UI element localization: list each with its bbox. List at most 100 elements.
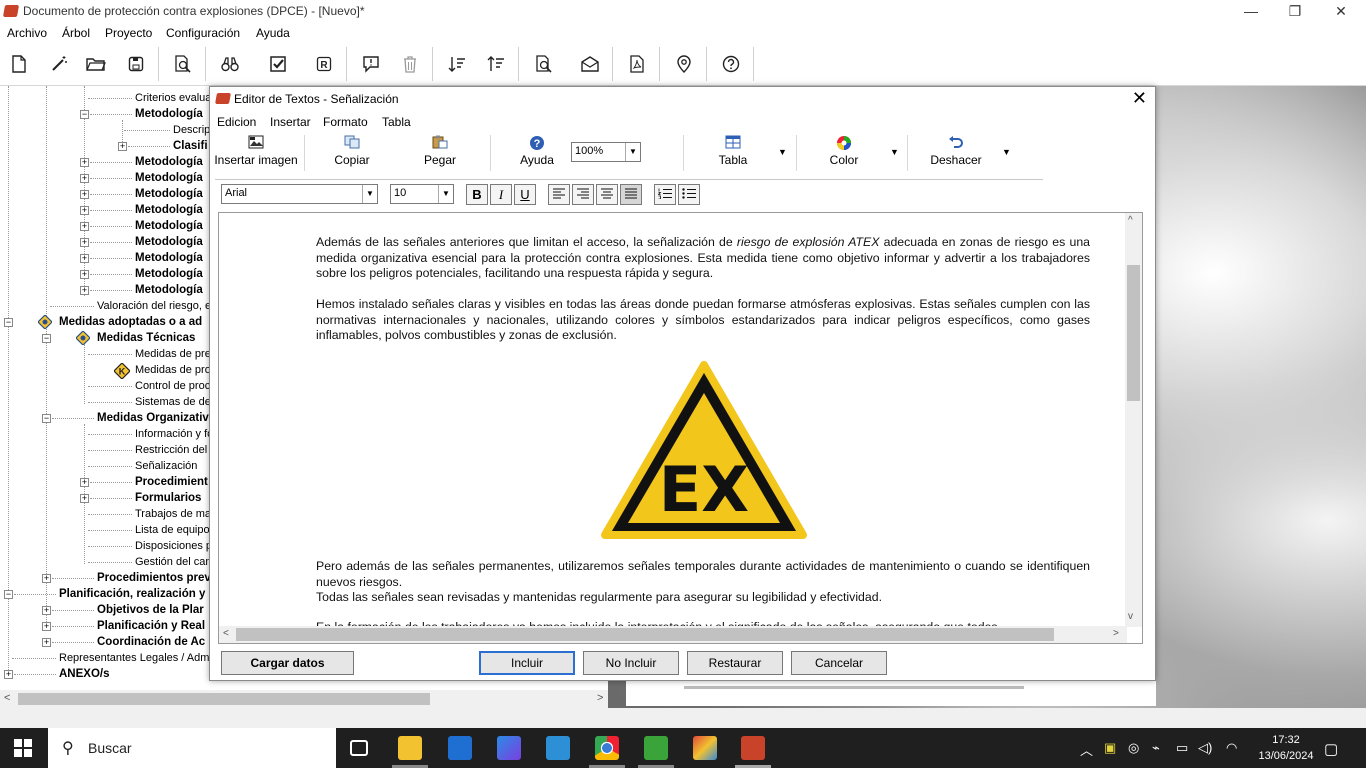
pdf-icon[interactable] — [622, 49, 652, 79]
tree-item[interactable]: Planificación, realización y — [59, 586, 205, 602]
location-icon[interactable] — [669, 49, 699, 79]
tree-collapse-toggle[interactable]: − — [42, 414, 51, 423]
table-button[interactable]: Tabla — [698, 135, 768, 173]
tree-item[interactable]: Metodología — [135, 218, 203, 234]
tree-item[interactable]: Coordinación de Ac — [97, 634, 205, 650]
bullet-list-button[interactable] — [678, 184, 700, 205]
tree-expand-toggle[interactable]: + — [80, 158, 89, 167]
menu-formato[interactable]: Formato — [323, 115, 368, 129]
menu-insertar[interactable]: Insertar — [270, 115, 311, 129]
chevron-down-icon[interactable]: ▼ — [625, 143, 640, 161]
help-button[interactable]: ? Ayuda — [504, 135, 570, 173]
mail-icon[interactable] — [448, 736, 472, 760]
tree-expand-toggle[interactable]: + — [80, 270, 89, 279]
tree-item[interactable]: Medidas de pro — [135, 362, 211, 378]
tree-expand-toggle[interactable]: + — [80, 190, 89, 199]
tree-item[interactable]: Control de proc — [135, 378, 210, 394]
paste-button[interactable]: Pegar — [404, 135, 476, 173]
tree-item[interactable]: Metodología — [135, 154, 203, 170]
menu-archivo[interactable]: Archivo — [7, 26, 47, 40]
copy-button[interactable]: Copiar — [316, 135, 388, 173]
tree-item[interactable]: Objetivos de la Plar — [97, 602, 204, 618]
tree-item[interactable]: Disposiciones p — [135, 538, 212, 554]
tree-item[interactable]: Medidas adoptadas o a ad — [59, 314, 202, 330]
scroll-down-icon[interactable]: v — [1128, 611, 1133, 622]
scroll-left-icon[interactable]: < — [4, 692, 10, 704]
numbered-list-button[interactable] — [654, 184, 676, 205]
tree-item[interactable]: Metodología — [135, 266, 203, 282]
color-dropdown-icon[interactable]: ▼ — [890, 147, 899, 157]
tree-item[interactable]: Descrip — [173, 122, 210, 138]
volume-icon[interactable]: ◁) — [1198, 740, 1212, 756]
wifi-icon[interactable]: ◠ — [1226, 740, 1237, 756]
security-icon[interactable]: ▣ — [1104, 740, 1116, 756]
help-icon[interactable] — [716, 49, 746, 79]
tree-item[interactable]: Planificación y Real — [97, 618, 205, 634]
windows-start-icon[interactable] — [14, 739, 32, 757]
tree-expand-toggle[interactable]: + — [80, 494, 89, 503]
load-data-button[interactable]: Cargar datos — [221, 651, 354, 675]
tree-item[interactable]: Restricción del — [135, 442, 207, 458]
taskbar-search[interactable]: ⚲ Buscar — [48, 728, 336, 768]
include-button[interactable]: Incluir — [479, 651, 575, 675]
tree-expand-toggle[interactable]: + — [80, 286, 89, 295]
scrollbar-thumb[interactable] — [1127, 265, 1140, 401]
save-icon[interactable] — [121, 49, 151, 79]
tree-item[interactable]: ANEXO/s — [59, 666, 110, 682]
tree-expand-toggle[interactable]: + — [80, 174, 89, 183]
trash-icon[interactable] — [395, 49, 425, 79]
restore-button[interactable]: ❐ — [1272, 0, 1318, 23]
new-document-icon[interactable] — [4, 49, 34, 79]
battery-icon[interactable]: ▭ — [1176, 740, 1188, 756]
tree-item[interactable]: Gestión del cam — [135, 554, 214, 570]
tree-item[interactable]: Metodología — [135, 202, 203, 218]
dpce-app-icon[interactable] — [741, 736, 765, 760]
chevron-down-icon[interactable]: ▼ — [362, 185, 377, 203]
sort-up-icon[interactable] — [481, 49, 511, 79]
open-folder-icon[interactable] — [81, 49, 111, 79]
close-button[interactable]: ✕ — [1318, 0, 1364, 23]
tree-item[interactable]: Metodología — [135, 234, 203, 250]
r-icon[interactable]: R — [309, 49, 339, 79]
tree-item[interactable]: Representantes Legales / Admi — [59, 650, 212, 666]
rich-text-editor[interactable]: Además de las señales anteriores que lim… — [218, 212, 1143, 644]
align-left-button[interactable] — [548, 184, 570, 205]
tree-item[interactable]: Metodología — [135, 282, 203, 298]
italic-button[interactable]: I — [490, 184, 512, 205]
task-view-icon[interactable] — [350, 740, 368, 756]
preview-icon[interactable] — [168, 49, 198, 79]
search-doc-icon[interactable] — [529, 49, 559, 79]
tree-expand-toggle[interactable]: + — [80, 238, 89, 247]
file-explorer-icon[interactable] — [398, 736, 422, 760]
tree-expand-toggle[interactable]: + — [80, 206, 89, 215]
scrollbar-thumb[interactable] — [18, 693, 430, 705]
tree-horizontal-scrollbar[interactable]: < > — [0, 690, 608, 708]
wand-icon[interactable] — [44, 49, 74, 79]
taskbar-clock[interactable]: 17:32 13/06/2024 — [1255, 732, 1317, 764]
editor-horizontal-scrollbar[interactable]: < > — [219, 626, 1127, 643]
tree-item[interactable]: Metodología — [135, 186, 203, 202]
font-size-select[interactable]: 10 ▼ — [390, 184, 454, 204]
tree-expand-toggle[interactable]: + — [42, 606, 51, 615]
tree-expand-toggle[interactable]: + — [80, 478, 89, 487]
menu-arbol[interactable]: Árbol — [62, 26, 90, 40]
tree-expand-toggle[interactable]: + — [42, 638, 51, 647]
sort-down-icon[interactable] — [442, 49, 472, 79]
tree-expand-toggle[interactable]: + — [80, 254, 89, 263]
tree-expand-toggle[interactable]: + — [42, 622, 51, 631]
notification-icon[interactable]: ▢ — [1324, 740, 1338, 758]
tree-expand-toggle[interactable]: + — [118, 142, 127, 151]
align-justify-button[interactable] — [620, 184, 642, 205]
menu-configuracion[interactable]: Configuración — [166, 26, 240, 40]
table-dropdown-icon[interactable]: ▼ — [778, 147, 787, 157]
tree-collapse-toggle[interactable]: − — [80, 110, 89, 119]
bold-button[interactable]: B — [466, 184, 488, 205]
tree-item[interactable]: Procedimientos prev — [97, 570, 211, 586]
tree-collapse-toggle[interactable]: − — [4, 590, 13, 599]
menu-ayuda[interactable]: Ayuda — [256, 26, 290, 40]
copilot-icon[interactable] — [497, 736, 521, 760]
underline-button[interactable]: U — [514, 184, 536, 205]
menu-proyecto[interactable]: Proyecto — [105, 26, 152, 40]
tree-collapse-toggle[interactable]: − — [42, 334, 51, 343]
chrome-icon[interactable] — [595, 736, 619, 760]
